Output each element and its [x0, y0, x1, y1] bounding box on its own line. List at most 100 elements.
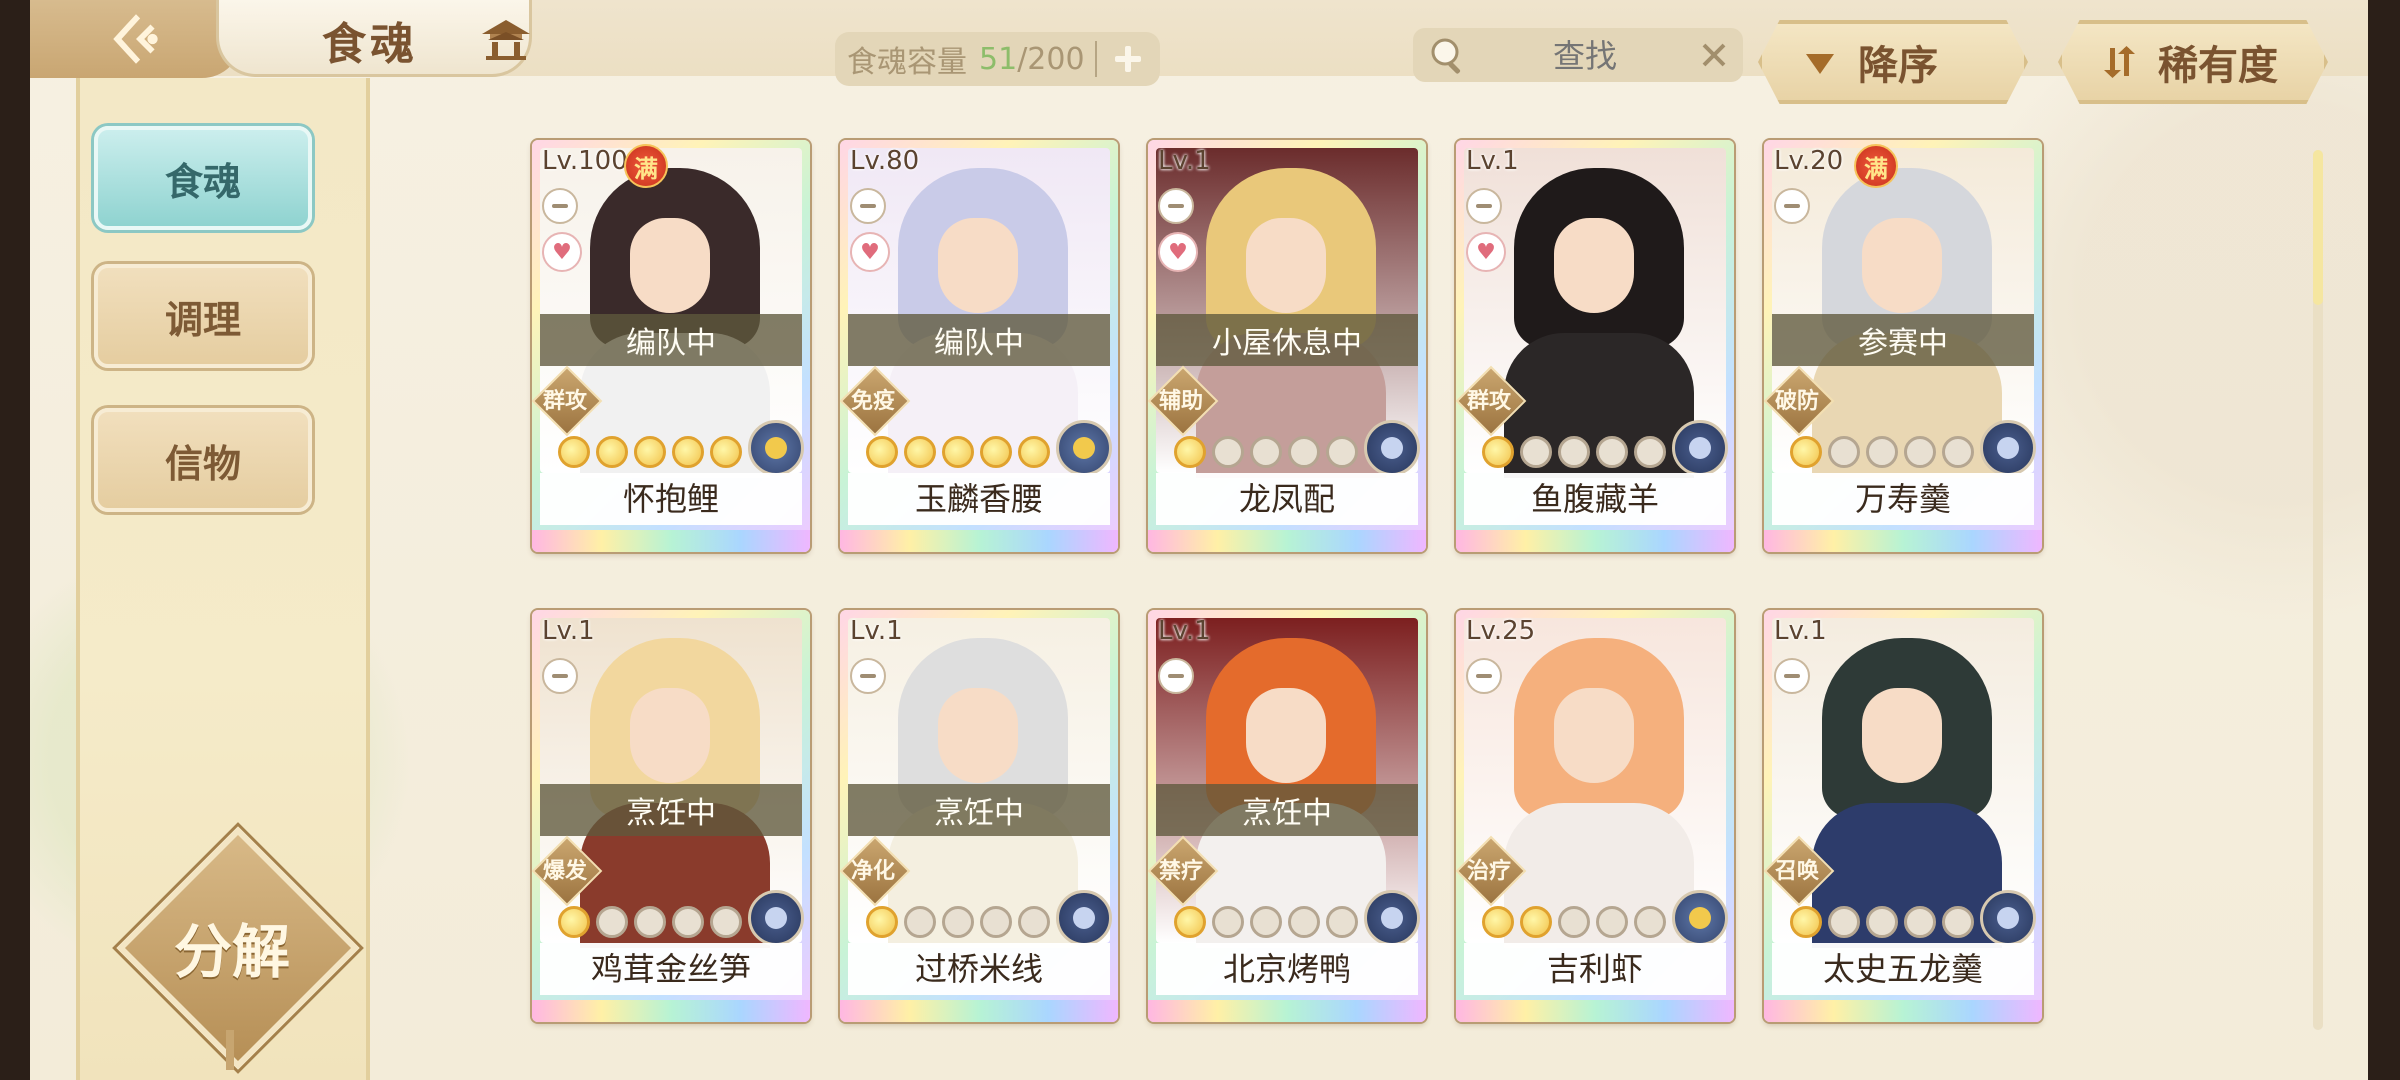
- lock-icon[interactable]: [850, 188, 886, 224]
- back-button[interactable]: [30, 0, 242, 78]
- search-box[interactable]: [1413, 28, 1743, 82]
- role-label: 爆发: [542, 859, 587, 884]
- heart-icon[interactable]: ♥: [850, 232, 890, 272]
- close-icon[interactable]: [1699, 40, 1729, 70]
- card-name: 玉麟香腰: [848, 473, 1110, 525]
- star-icon: [596, 436, 628, 468]
- food-soul-card[interactable]: Lv.80 ♥ 编队中 免疫 玉麟香腰: [840, 140, 1118, 552]
- status-banner: 参赛中: [1772, 314, 2034, 366]
- status-banner: 烹饪中: [540, 784, 802, 836]
- star-icon: [1866, 906, 1898, 938]
- lock-icon[interactable]: [1774, 188, 1810, 224]
- scrollbar-thumb[interactable]: [2313, 150, 2323, 305]
- capacity-max: /200: [1017, 41, 1085, 77]
- lock-icon[interactable]: [1466, 188, 1502, 224]
- capacity-current: 51: [979, 41, 1018, 77]
- role-badge: 免疫: [840, 374, 908, 424]
- sidebar-item-tokens[interactable]: 信物: [94, 408, 312, 512]
- star-icon: [1866, 436, 1898, 468]
- capacity-display: 食魂容量 51 /200: [835, 32, 1160, 86]
- status-banner: 烹饪中: [1156, 784, 1418, 836]
- star-icon: [672, 436, 704, 468]
- pavilion-home-icon[interactable]: [478, 14, 534, 62]
- max-level-badge: 满: [624, 144, 668, 188]
- rarity-filter-button[interactable]: 稀有度: [2058, 20, 2328, 104]
- star-icon: [1212, 906, 1244, 938]
- character-face: [630, 688, 710, 783]
- add-capacity-button[interactable]: [1107, 38, 1149, 80]
- card-level: Lv.1: [1158, 616, 1211, 646]
- card-name: 鸡茸金丝笋: [540, 943, 802, 995]
- heart-icon[interactable]: ♥: [542, 232, 582, 272]
- role-badge: 净化: [840, 844, 908, 894]
- star-icon: [1558, 436, 1590, 468]
- lock-icon[interactable]: [1158, 658, 1194, 694]
- card-frame-bottom: [1764, 530, 2042, 552]
- lock-icon[interactable]: [542, 658, 578, 694]
- food-soul-card[interactable]: Lv.1 召唤 太史五龙羹: [1764, 610, 2042, 1022]
- star-icon: [866, 906, 898, 938]
- role-badge: 治疗: [1456, 844, 1524, 894]
- card-frame-bottom: [1764, 1000, 2042, 1022]
- search-input[interactable]: [1473, 36, 1697, 76]
- lock-icon[interactable]: [1466, 658, 1502, 694]
- star-rating: [1790, 906, 1974, 938]
- star-icon: [1520, 906, 1552, 938]
- food-soul-card[interactable]: Lv.1 ♥ 小屋休息中 辅助 龙凤配: [1148, 140, 1426, 552]
- role-badge: 破防: [1764, 374, 1832, 424]
- star-icon: [1212, 436, 1244, 468]
- card-name: 怀抱鲤: [540, 473, 802, 525]
- lock-icon[interactable]: [850, 658, 886, 694]
- back-arrow-icon: [113, 14, 158, 64]
- card-name: 吉利虾: [1464, 943, 1726, 995]
- lock-icon[interactable]: [1774, 658, 1810, 694]
- sidebar-item-cultivate[interactable]: 调理: [94, 264, 312, 368]
- star-icon: [942, 906, 974, 938]
- star-icon: [634, 906, 666, 938]
- card-level: Lv.1: [850, 616, 903, 646]
- lock-icon[interactable]: [1158, 188, 1194, 224]
- heart-icon[interactable]: ♥: [1466, 232, 1506, 272]
- star-icon: [1288, 436, 1320, 468]
- food-soul-card[interactable]: Lv.1 烹饪中 净化 过桥米线: [840, 610, 1118, 1022]
- character-face: [630, 218, 710, 313]
- lock-icon[interactable]: [542, 188, 578, 224]
- food-soul-card[interactable]: Lv.1 ♥ 群攻 鱼腹藏羊: [1456, 140, 1734, 552]
- food-soul-card[interactable]: Lv.100 满 ♥ 编队中 群攻 怀抱鲤: [532, 140, 810, 552]
- star-icon: [1174, 436, 1206, 468]
- food-soul-card[interactable]: Lv.20 满参赛中 破防 万寿羹: [1764, 140, 2042, 552]
- sort-order-button[interactable]: 降序: [1758, 20, 2028, 104]
- star-icon: [980, 906, 1012, 938]
- star-icon: [1288, 906, 1320, 938]
- star-icon: [1558, 906, 1590, 938]
- star-icon: [1790, 436, 1822, 468]
- food-soul-card[interactable]: Lv.1 烹饪中 禁疗 北京烤鸭: [1148, 610, 1426, 1022]
- star-icon: [1634, 436, 1666, 468]
- role-label: 群攻: [1466, 389, 1511, 414]
- card-name: 龙凤配: [1156, 473, 1418, 525]
- role-badge: 召唤: [1764, 844, 1832, 894]
- role-badge: 禁疗: [1148, 844, 1216, 894]
- gold-flower-icon: [1056, 420, 1112, 476]
- star-icon: [904, 906, 936, 938]
- role-badge: 爆发: [532, 844, 600, 894]
- food-soul-card[interactable]: Lv.1 烹饪中爆发鸡茸金丝笋: [532, 610, 810, 1022]
- star-rating: [558, 436, 742, 468]
- star-rating: [558, 906, 742, 938]
- card-name: 过桥米线: [848, 943, 1110, 995]
- food-soul-card[interactable]: Lv.25 治疗 吉利虾: [1456, 610, 1734, 1022]
- card-frame-bottom: [1456, 1000, 1734, 1022]
- star-icon: [1250, 906, 1282, 938]
- search-icon: [1431, 38, 1461, 74]
- dismantle-button[interactable]: 分解: [140, 905, 324, 989]
- rarity-filter-label: 稀有度: [2158, 42, 2278, 89]
- sidebar-item-food-souls[interactable]: 食魂: [94, 126, 312, 230]
- star-icon: [1596, 906, 1628, 938]
- star-icon: [634, 436, 666, 468]
- card-frame-bottom: [532, 530, 810, 552]
- card-level: Lv.1: [542, 616, 595, 646]
- card-name: 太史五龙羹: [1772, 943, 2034, 995]
- tassel-decoration: [226, 1030, 234, 1070]
- heart-icon[interactable]: ♥: [1158, 232, 1198, 272]
- card-level: Lv.80: [850, 146, 920, 176]
